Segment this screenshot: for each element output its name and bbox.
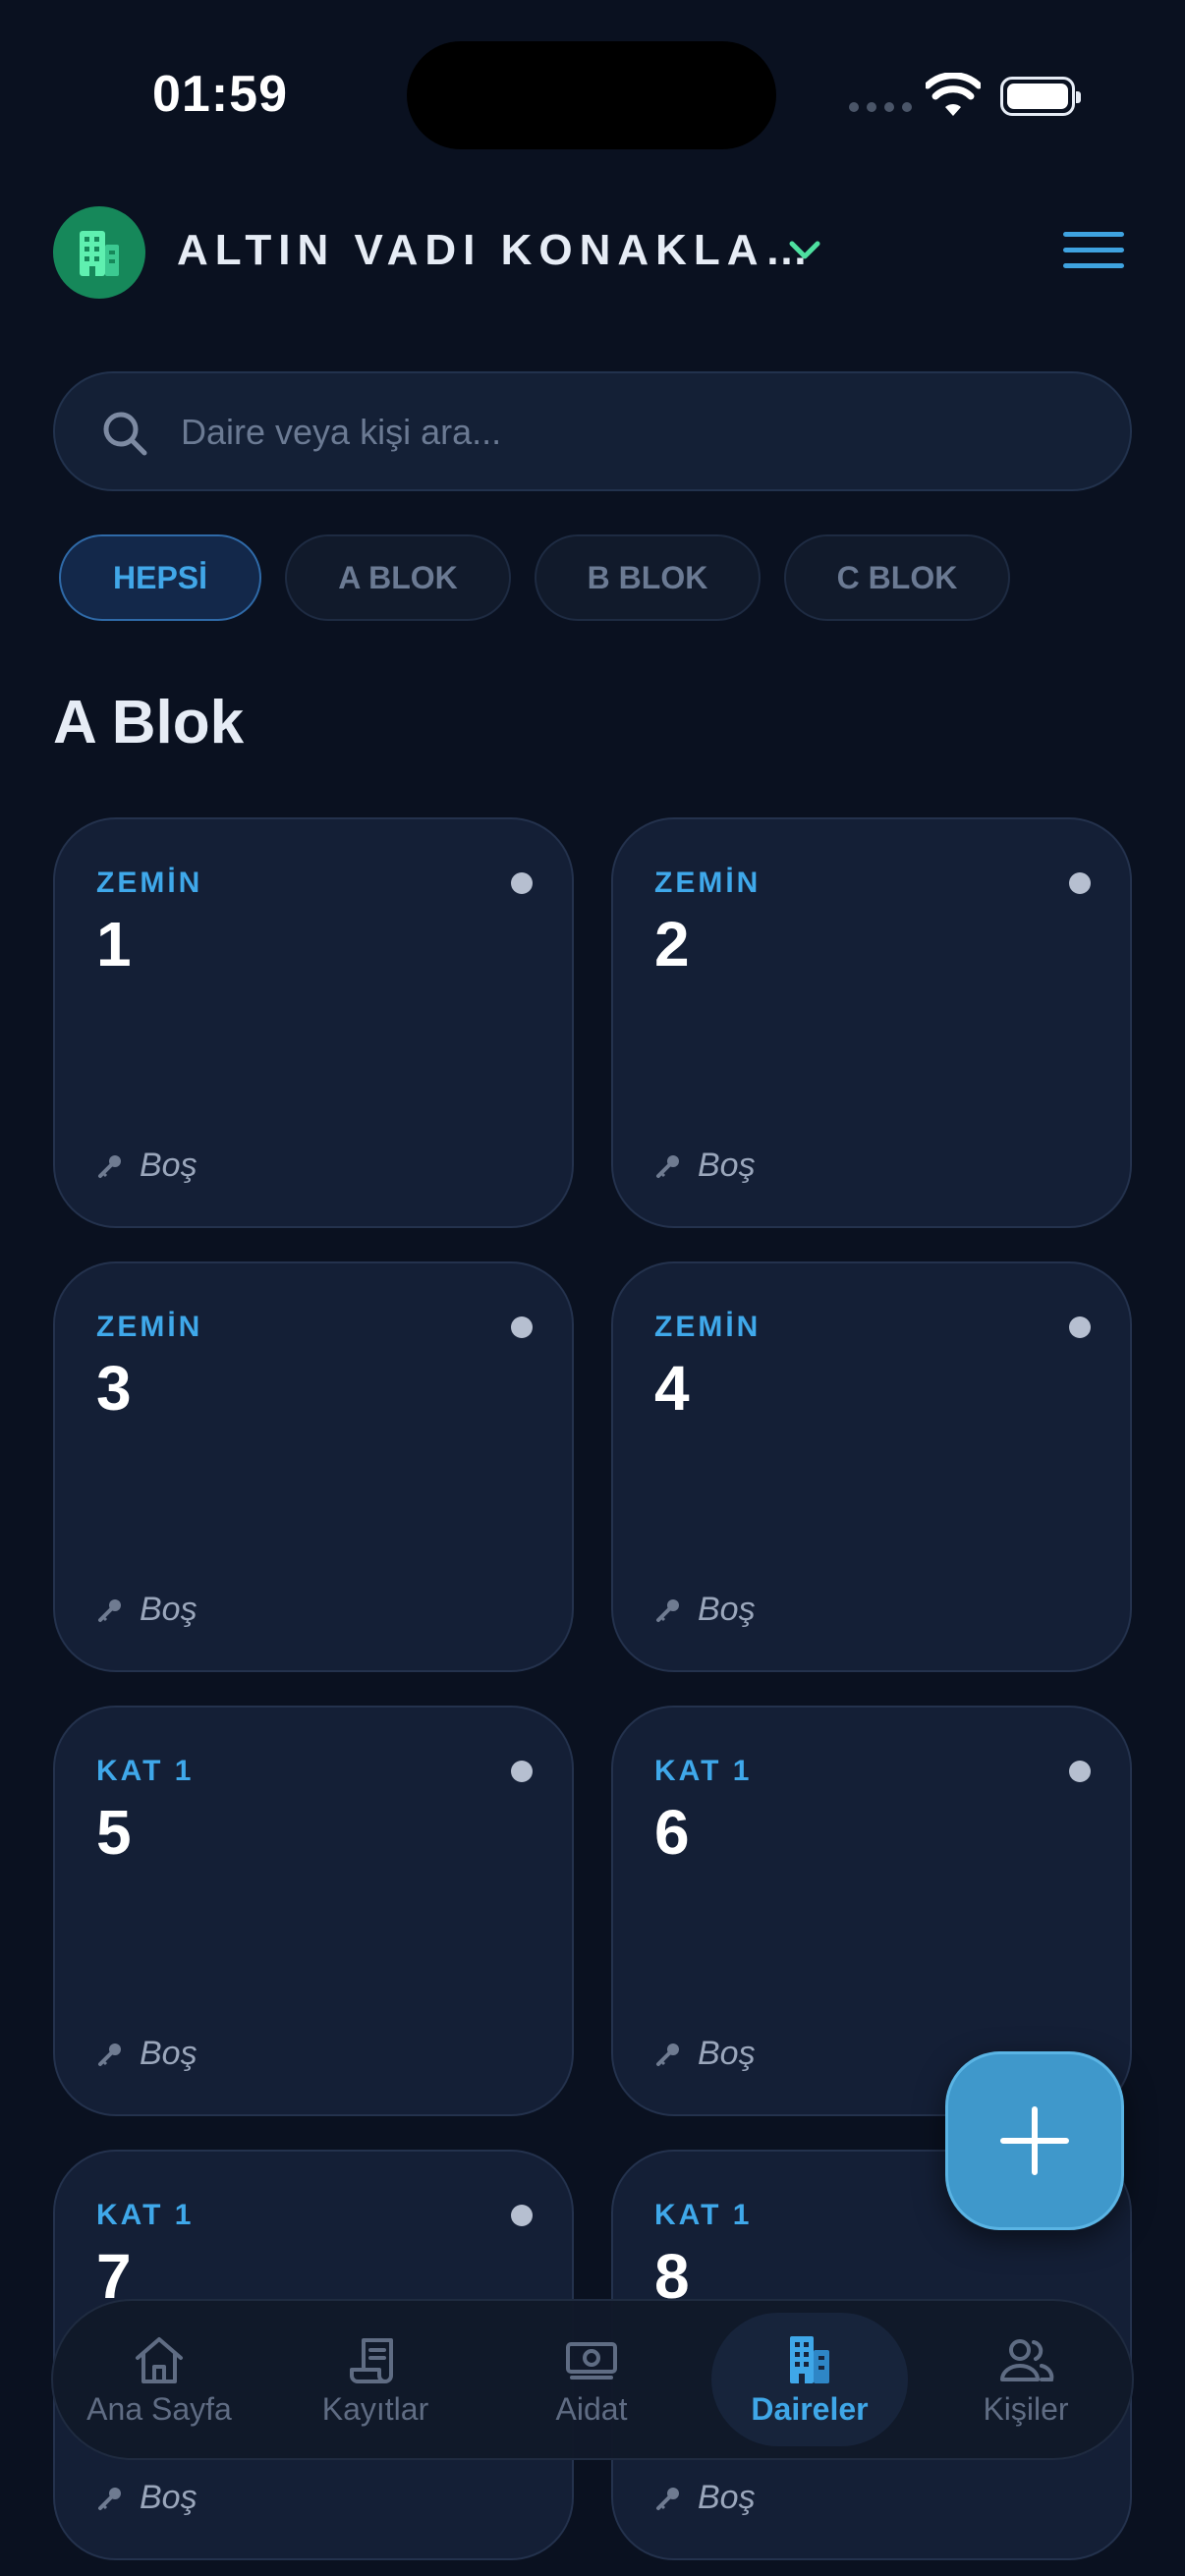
filter-chip-a-blok[interactable]: A BLOK [285, 534, 511, 621]
unit-status-text: Boş [698, 2035, 756, 2072]
unit-number: 3 [96, 1353, 132, 1424]
unit-card[interactable]: KAT 1 5 Boş [53, 1706, 574, 2116]
key-icon [98, 2487, 121, 2510]
nav-label: Daireler [751, 2390, 869, 2427]
unit-status-text: Boş [140, 2479, 198, 2516]
unit-status: Boş [654, 2035, 756, 2073]
unit-number: 5 [96, 1797, 132, 1868]
unit-status-text: Boş [140, 1591, 198, 1628]
status-bar: 01:59 [0, 0, 1185, 196]
search-bar[interactable] [53, 371, 1132, 491]
nav-item-ana-sayfa[interactable]: Ana Sayfa [61, 2301, 257, 2458]
unit-status-text: Boş [698, 1147, 756, 1184]
unit-status-text: Boş [698, 2479, 756, 2516]
unit-floor: KAT 1 [96, 1755, 195, 1787]
status-dot [1069, 872, 1091, 894]
nav-label: Kayıtlar [321, 2390, 429, 2427]
menu-icon[interactable] [1063, 232, 1124, 275]
app-header: ALTIN VADI KONAKLA… [0, 196, 1185, 310]
money-icon [566, 2341, 617, 2380]
nav-item-daireler[interactable]: Daireler [711, 2301, 908, 2458]
dynamic-island [407, 41, 776, 149]
cellular-signal-icon [849, 102, 912, 112]
key-icon [656, 1154, 679, 1178]
building-icon [80, 231, 119, 276]
unit-floor: ZEMİN [96, 867, 203, 899]
nav-item-kisiler[interactable]: Kişiler [928, 2301, 1124, 2458]
status-dot [1069, 1761, 1091, 1782]
unit-number: 1 [96, 909, 132, 980]
filter-chip-b-blok[interactable]: B BLOK [535, 534, 761, 621]
building-icon [790, 2335, 829, 2383]
key-icon [98, 1598, 121, 1622]
search-input[interactable] [179, 373, 1087, 491]
nav-item-kayitlar[interactable]: Kayıtlar [277, 2301, 474, 2458]
nav-item-aidat[interactable]: Aidat [493, 2301, 690, 2458]
unit-number: 2 [654, 909, 690, 980]
unit-floor: ZEMİN [96, 1311, 203, 1343]
chevron-down-icon[interactable] [786, 236, 823, 265]
status-time: 01:59 [152, 66, 288, 123]
unit-floor: KAT 1 [96, 2199, 195, 2231]
nav-label: Kişiler [983, 2390, 1069, 2427]
unit-status-text: Boş [140, 2035, 198, 2072]
block-filter-chips: HEPSİ A BLOK B BLOK C BLOK [59, 534, 1010, 623]
status-dot [511, 1316, 533, 1338]
unit-floor: KAT 1 [654, 1755, 753, 1787]
section-title: A Blok [53, 689, 245, 756]
complex-avatar[interactable] [53, 206, 145, 299]
unit-floor: ZEMİN [654, 1311, 762, 1343]
unit-card[interactable]: ZEMİN 1 Boş [53, 817, 574, 1228]
unit-status: Boş [96, 1591, 198, 1629]
filter-chip-c-blok[interactable]: C BLOK [784, 534, 1010, 621]
key-icon [656, 2043, 679, 2066]
unit-status: Boş [96, 2479, 198, 2517]
unit-floor: ZEMİN [654, 867, 762, 899]
unit-status-text: Boş [140, 1147, 198, 1184]
wifi-icon [926, 73, 981, 116]
filter-chip-all[interactable]: HEPSİ [59, 534, 261, 621]
status-dot [1069, 1316, 1091, 1338]
unit-number: 6 [654, 1797, 690, 1868]
status-dot [511, 1761, 533, 1782]
unit-floor: KAT 1 [654, 2199, 753, 2231]
unit-card[interactable]: ZEMİN 3 Boş [53, 1261, 574, 1672]
unit-status: Boş [96, 2035, 198, 2073]
unit-card[interactable]: ZEMİN 4 Boş [611, 1261, 1132, 1672]
unit-status: Boş [654, 1591, 756, 1629]
key-icon [98, 1154, 121, 1178]
unit-status-text: Boş [698, 1591, 756, 1628]
key-icon [98, 2043, 121, 2066]
key-icon [656, 2487, 679, 2510]
status-dot [511, 2205, 533, 2226]
unit-card[interactable]: ZEMİN 2 Boş [611, 817, 1132, 1228]
search-icon [103, 412, 147, 456]
plus-icon [1000, 2106, 1069, 2175]
complex-name[interactable]: ALTIN VADI KONAKLA… [177, 226, 816, 275]
unit-status: Boş [654, 1147, 756, 1185]
key-icon [656, 1598, 679, 1622]
unit-status: Boş [96, 1147, 198, 1185]
unit-status: Boş [654, 2479, 756, 2517]
add-unit-button[interactable] [945, 2051, 1124, 2230]
people-icon [1000, 2338, 1054, 2381]
nav-label: Aidat [555, 2390, 628, 2427]
nav-label: Ana Sayfa [86, 2390, 232, 2427]
battery-icon [1000, 77, 1081, 116]
bottom-nav: Ana Sayfa Kayıtlar Aidat Daireler Kişile… [51, 2299, 1134, 2460]
unit-number: 4 [654, 1353, 690, 1424]
receipt-icon [350, 2337, 393, 2383]
status-dot [511, 872, 533, 894]
home-icon [136, 2336, 183, 2383]
